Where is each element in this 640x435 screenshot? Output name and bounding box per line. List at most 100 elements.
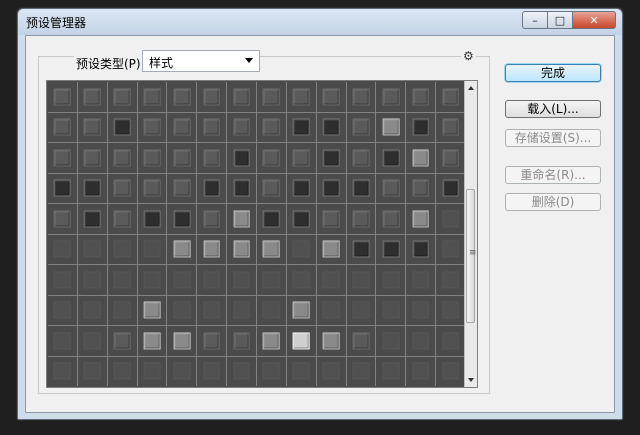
style-swatch[interactable] [48,82,77,112]
style-swatch[interactable] [376,143,406,173]
style-swatch[interactable] [77,82,107,112]
style-swatch[interactable] [286,82,316,112]
style-swatch[interactable] [257,173,286,203]
style-swatch[interactable] [257,295,286,325]
style-swatch[interactable] [257,234,286,264]
style-swatch[interactable] [77,112,107,142]
style-swatch[interactable] [137,234,167,264]
style-swatch[interactable] [406,173,436,203]
style-swatch[interactable] [346,356,376,386]
style-swatch[interactable] [346,265,376,295]
style-swatch[interactable] [316,204,346,234]
style-swatch[interactable] [137,112,167,142]
style-swatch[interactable] [257,112,286,142]
style-swatch[interactable] [346,234,376,264]
style-swatch[interactable] [406,295,436,325]
style-swatch[interactable] [48,356,77,386]
style-swatch[interactable] [376,234,406,264]
style-swatch[interactable] [286,295,316,325]
style-swatch[interactable] [137,356,167,386]
style-swatch[interactable] [48,143,77,173]
style-swatch[interactable] [197,143,227,173]
maximize-button[interactable]: □ [547,11,573,29]
style-swatch[interactable] [227,234,256,264]
style-swatch[interactable] [197,326,227,356]
style-swatch[interactable] [257,356,286,386]
style-swatch[interactable] [316,112,346,142]
style-swatch[interactable] [197,234,227,264]
gear-icon[interactable]: ⚙ [461,49,476,63]
style-swatch[interactable] [137,173,167,203]
style-swatch[interactable] [48,173,77,203]
style-swatch[interactable] [167,295,197,325]
style-swatch[interactable] [167,234,197,264]
style-swatch[interactable] [227,265,256,295]
style-swatch[interactable] [107,326,137,356]
style-swatch[interactable] [77,143,107,173]
style-swatch[interactable] [316,265,346,295]
style-swatch[interactable] [436,143,465,173]
style-swatch[interactable] [48,326,77,356]
style-swatch[interactable] [227,356,256,386]
style-swatch[interactable] [286,356,316,386]
style-swatch[interactable] [436,204,465,234]
style-swatch[interactable] [286,265,316,295]
style-swatch[interactable] [436,234,465,264]
preset-type-dropdown[interactable]: 样式 [142,50,260,72]
style-swatch[interactable] [137,204,167,234]
style-swatch[interactable] [77,356,107,386]
style-swatch[interactable] [48,295,77,325]
style-swatch[interactable] [197,265,227,295]
preset-swatch-list[interactable]: ≡ [46,80,478,388]
style-swatch[interactable] [107,265,137,295]
style-swatch[interactable] [316,295,346,325]
vertical-scrollbar[interactable]: ≡ [464,81,477,387]
delete-button[interactable]: 删除(D) [505,193,601,211]
style-swatch[interactable] [227,295,256,325]
style-swatch[interactable] [197,295,227,325]
style-swatch[interactable] [48,265,77,295]
style-swatch[interactable] [137,295,167,325]
style-swatch[interactable] [48,234,77,264]
style-swatch[interactable] [167,326,197,356]
style-swatch[interactable] [406,82,436,112]
style-swatch[interactable] [316,143,346,173]
style-swatch[interactable] [167,82,197,112]
style-swatch[interactable] [227,112,256,142]
style-swatch[interactable] [406,356,436,386]
style-swatch[interactable] [257,82,286,112]
style-swatch[interactable] [197,356,227,386]
style-swatch[interactable] [316,82,346,112]
style-swatch[interactable] [346,204,376,234]
style-swatch[interactable] [227,143,256,173]
style-swatch[interactable] [107,295,137,325]
style-swatch[interactable] [227,204,256,234]
style-swatch[interactable] [376,173,406,203]
minimize-button[interactable]: – [522,11,548,29]
style-swatch[interactable] [376,326,406,356]
style-swatch[interactable] [227,326,256,356]
style-swatch[interactable] [376,295,406,325]
style-swatch[interactable] [286,143,316,173]
scroll-up-icon[interactable] [468,86,474,90]
style-swatch[interactable] [137,326,167,356]
load-button[interactable]: 载入(L)... [505,100,601,118]
style-swatch[interactable] [406,112,436,142]
style-swatch[interactable] [137,82,167,112]
save-settings-button[interactable]: 存储设置(S)... [505,129,601,147]
style-swatch[interactable] [286,204,316,234]
style-swatch[interactable] [346,173,376,203]
style-swatch[interactable] [77,204,107,234]
style-swatch[interactable] [286,234,316,264]
style-swatch[interactable] [227,173,256,203]
style-swatch[interactable] [346,295,376,325]
style-swatch[interactable] [197,204,227,234]
style-swatch[interactable] [436,173,465,203]
style-swatch[interactable] [406,265,436,295]
done-button[interactable]: 完成 [505,64,601,82]
style-swatch[interactable] [77,234,107,264]
style-swatch[interactable] [286,326,316,356]
style-swatch[interactable] [48,112,77,142]
style-swatch[interactable] [316,326,346,356]
style-swatch[interactable] [107,356,137,386]
